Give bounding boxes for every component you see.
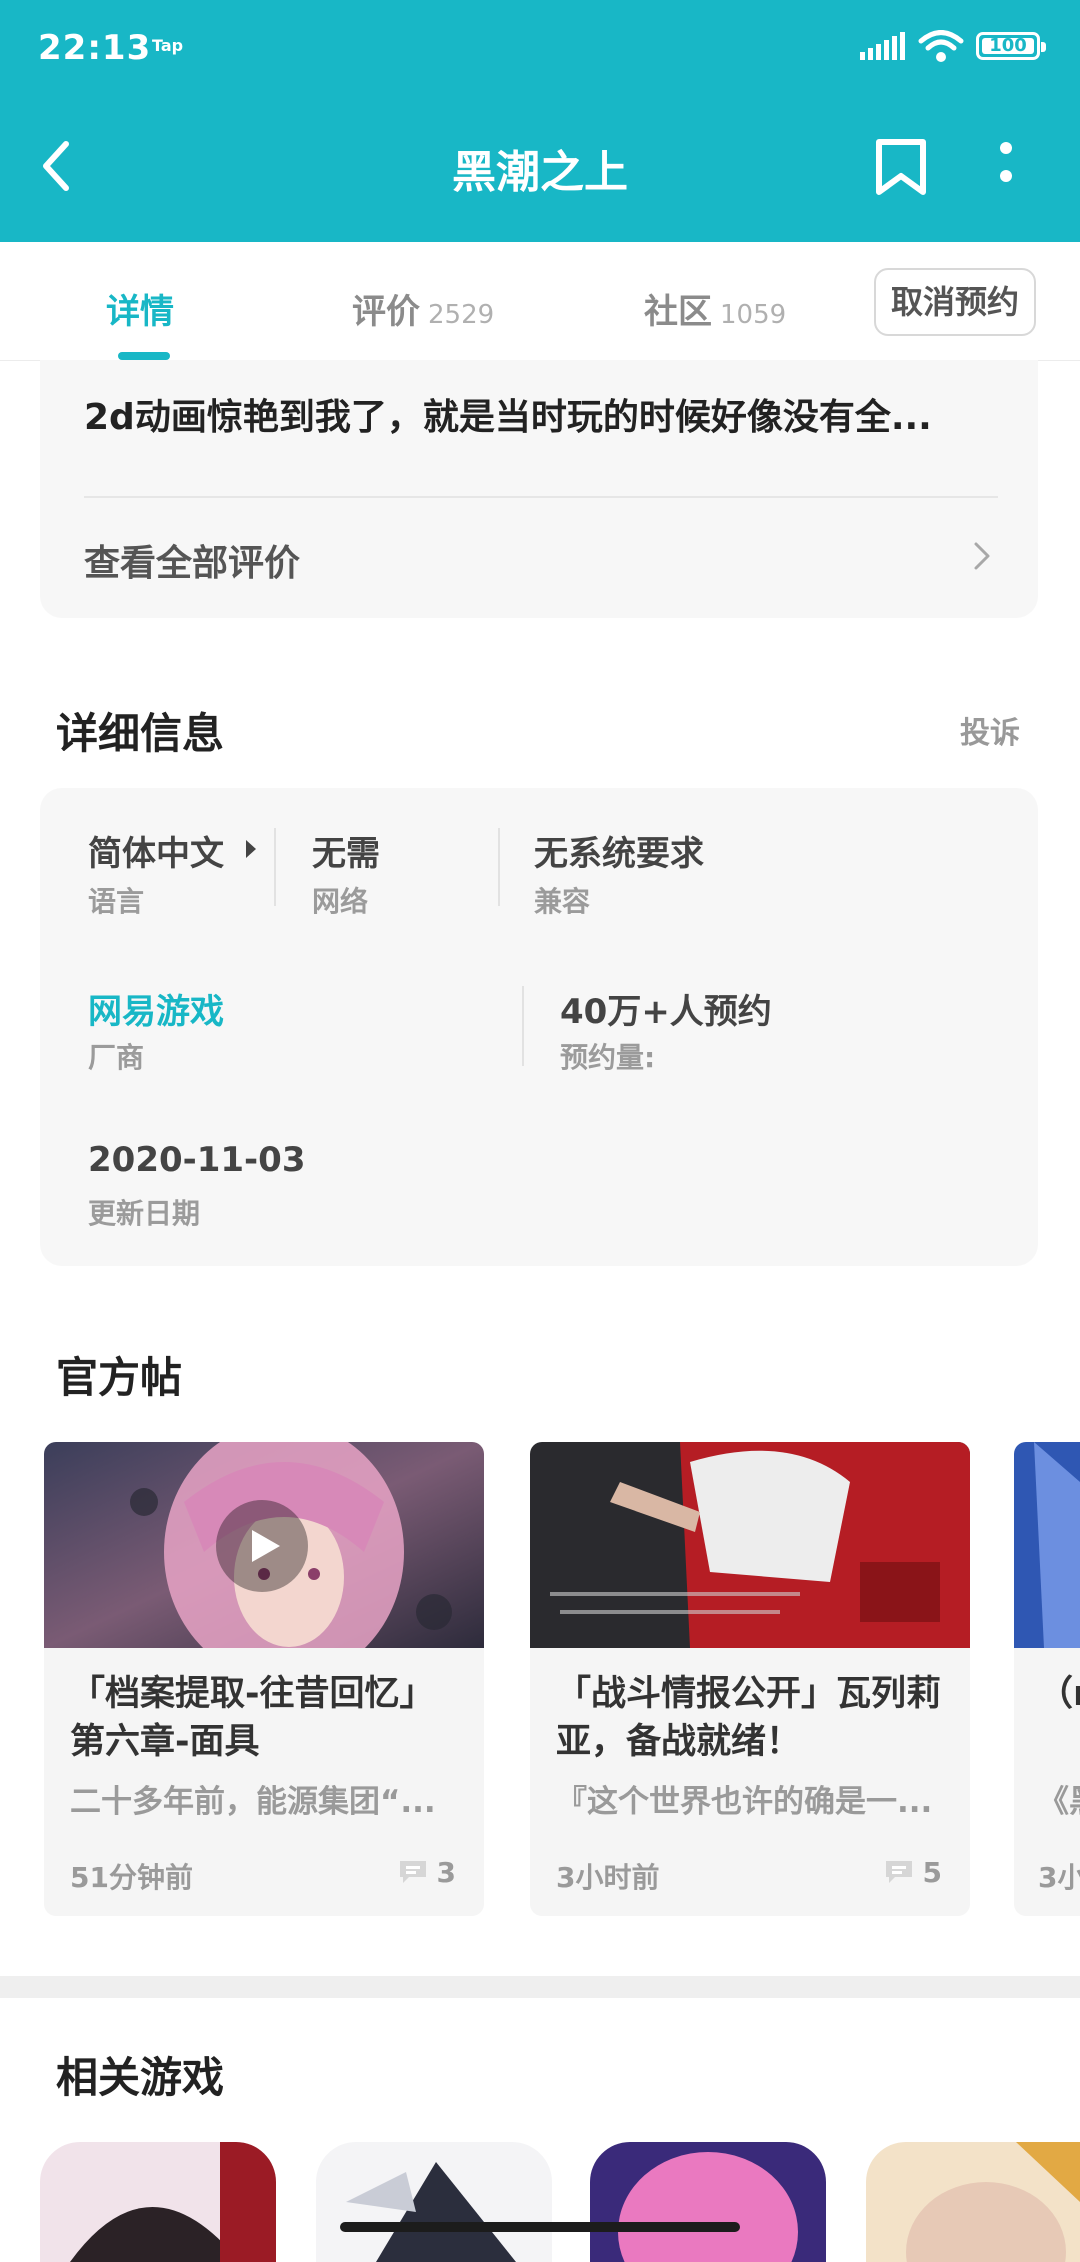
wifi-icon (918, 30, 964, 62)
compatibility-label: 兼容 (534, 885, 591, 918)
battery-icon: 100 (976, 32, 1046, 60)
cancel-reservation-button[interactable]: 取消预约 (874, 268, 1036, 336)
tab-community[interactable]: 社区 1059 (644, 284, 786, 333)
view-all-reviews-link[interactable]: 查看全部评价 (84, 534, 300, 586)
language-value[interactable]: 简体中文 (88, 826, 224, 875)
post-title: （n (1038, 1674, 1080, 1714)
post-title: 「档案提取-往昔回忆」第六章-面具 (70, 1674, 435, 1762)
post-title: 「战斗情报公开」瓦列莉亚，备战就绪！ (556, 1674, 942, 1762)
post-time: 51分钟前 (70, 1861, 193, 1894)
tab-detail[interactable]: 详情 (106, 284, 174, 333)
post-card[interactable]: （n 《黑 3小 (1014, 1442, 1080, 1916)
language-label: 语言 (88, 885, 145, 918)
section-divider (0, 1976, 1080, 1998)
related-games-title: 相关游戏 (56, 2053, 225, 2102)
report-link[interactable]: 投诉 (960, 708, 1020, 752)
vendor-value[interactable]: 网易游戏 (88, 984, 224, 1033)
battery-level: 100 (989, 35, 1027, 56)
compatibility-value: 无系统要求 (534, 834, 704, 874)
status-app-tag: Tap (152, 36, 184, 55)
post-excerpt: 『这个世界也许的确是一... (556, 1784, 933, 1820)
divider (498, 828, 500, 906)
comment-icon (399, 1861, 426, 1883)
game-cover (316, 2142, 552, 2262)
related-game-icon[interactable] (866, 2142, 1080, 2262)
tab-community-count: 1059 (720, 300, 787, 330)
post-image[interactable] (1014, 1442, 1080, 1648)
game-cover (866, 2142, 1080, 2262)
post-comment-count: 3 (397, 1856, 456, 1889)
play-icon[interactable] (214, 1498, 310, 1594)
network-label: 网络 (312, 885, 369, 918)
related-game-icon[interactable] (590, 2142, 826, 2262)
tab-reviews-count: 2529 (428, 300, 495, 330)
bookmark-icon[interactable] (874, 138, 928, 196)
post-image[interactable] (530, 1442, 970, 1648)
signal-icon (860, 32, 905, 60)
post-excerpt: 二十多年前，能源集团“... (70, 1784, 436, 1820)
related-game-icon[interactable] (316, 2142, 552, 2262)
reservations-label: 预约量: (560, 1041, 656, 1074)
divider (84, 496, 998, 498)
status-time: 22:13 (38, 28, 152, 68)
post-card[interactable]: 「战斗情报公开」瓦列莉亚，备战就绪！ 『这个世界也许的确是一... 3小时前 5 (530, 1442, 970, 1916)
game-cover (590, 2142, 826, 2262)
update-date-value: 2020-11-03 (88, 1140, 306, 1180)
network-value: 无需 (312, 834, 380, 874)
related-game-icon[interactable] (40, 2142, 276, 2262)
post-comment-count: 5 (883, 1856, 942, 1889)
post-excerpt: 《黑 (1038, 1784, 1080, 1820)
game-cover (40, 2142, 276, 2262)
vendor-label: 厂商 (88, 1041, 145, 1074)
post-time: 3小时前 (556, 1861, 660, 1894)
review-snippet: 2d动画惊艳到我了，就是当时玩的时候好像没有全... (84, 397, 932, 438)
caret-right-icon[interactable] (244, 838, 258, 860)
reservations-value: 40万+人预约 (560, 992, 772, 1032)
update-date-label: 更新日期 (88, 1197, 201, 1230)
official-posts-title: 官方帖 (56, 1353, 183, 1402)
more-options-icon[interactable] (992, 142, 1022, 188)
post-card[interactable]: 「档案提取-往昔回忆」第六章-面具 二十多年前，能源集团“... 51分钟前 3 (44, 1442, 484, 1916)
tab-reviews[interactable]: 评价 2529 (352, 284, 494, 333)
chevron-right-icon[interactable] (970, 540, 994, 572)
active-tab-indicator (118, 352, 170, 360)
post-time: 3小 (1038, 1861, 1080, 1894)
comment-icon (885, 1861, 912, 1883)
home-indicator[interactable] (340, 2222, 740, 2232)
divider (274, 828, 276, 906)
detail-section-title: 详细信息 (56, 709, 225, 758)
divider (522, 986, 524, 1066)
